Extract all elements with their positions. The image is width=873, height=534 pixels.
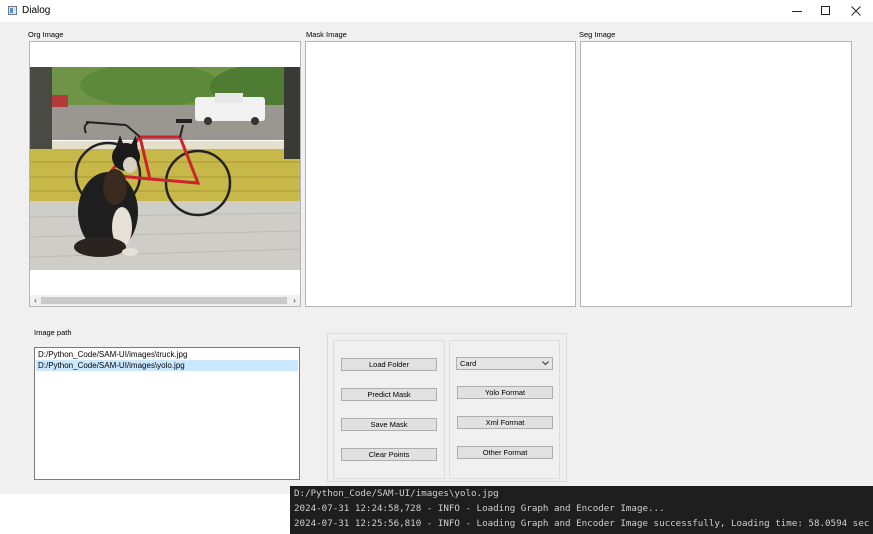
dog-bicycle-photo xyxy=(30,67,300,270)
scroll-thumb[interactable] xyxy=(41,297,287,304)
seg-image-panel[interactable] xyxy=(580,41,852,307)
other-format-button[interactable]: Other Format xyxy=(457,446,553,459)
scroll-right-icon[interactable]: › xyxy=(289,295,300,306)
app-icon xyxy=(8,6,17,15)
mask-image-panel[interactable] xyxy=(305,41,576,307)
list-item-selected[interactable]: D:/Python_Code/SAM-UI/images\yolo.jpg xyxy=(36,360,298,371)
org-image-hscrollbar[interactable]: ‹ › xyxy=(30,295,300,306)
dialog-window: Dialog Org Image ‹ › Mask Image Seg Imag… xyxy=(0,0,873,494)
org-image-panel[interactable]: ‹ › xyxy=(29,41,301,307)
close-button[interactable] xyxy=(841,0,871,22)
chevron-down-icon xyxy=(542,361,549,366)
window-title: Dialog xyxy=(22,5,51,16)
console-line: D:/Python_Code/SAM-UI/images\yolo.jpg xyxy=(294,488,499,499)
maximize-icon xyxy=(821,6,830,15)
console-line: 2024-07-31 12:24:58,728 - INFO - Loading… xyxy=(294,503,665,514)
format-select-value: Card xyxy=(460,359,477,368)
minimize-button[interactable] xyxy=(782,0,812,22)
scroll-left-icon[interactable]: ‹ xyxy=(30,295,41,306)
format-select[interactable]: Card xyxy=(456,357,553,370)
maximize-button[interactable] xyxy=(811,0,841,22)
image-path-label: Image path xyxy=(34,328,72,337)
yolo-format-button[interactable]: Yolo Format xyxy=(457,386,553,399)
org-image-photo[interactable] xyxy=(30,67,300,270)
org-image-label: Org Image xyxy=(28,30,64,39)
xml-format-button[interactable]: Xml Format xyxy=(457,416,553,429)
image-path-list[interactable]: D:/Python_Code/SAM-UI/images\truck.jpg D… xyxy=(34,347,300,480)
clear-points-button[interactable]: Clear Points xyxy=(341,448,437,461)
seg-image-label: Seg Image xyxy=(579,30,616,39)
console-output[interactable]: D:/Python_Code/SAM-UI/images\yolo.jpg 20… xyxy=(290,486,873,534)
predict-mask-button[interactable]: Predict Mask xyxy=(341,388,437,401)
close-icon xyxy=(851,6,861,16)
load-folder-button[interactable]: Load Folder xyxy=(341,358,437,371)
minimize-icon xyxy=(792,11,802,12)
list-item[interactable]: D:/Python_Code/SAM-UI/images\truck.jpg xyxy=(36,349,298,360)
save-mask-button[interactable]: Save Mask xyxy=(341,418,437,431)
title-bar[interactable]: Dialog xyxy=(0,0,873,22)
console-line: 2024-07-31 12:25:56,810 - INFO - Loading… xyxy=(294,518,870,529)
mask-image-label: Mask Image xyxy=(306,30,347,39)
